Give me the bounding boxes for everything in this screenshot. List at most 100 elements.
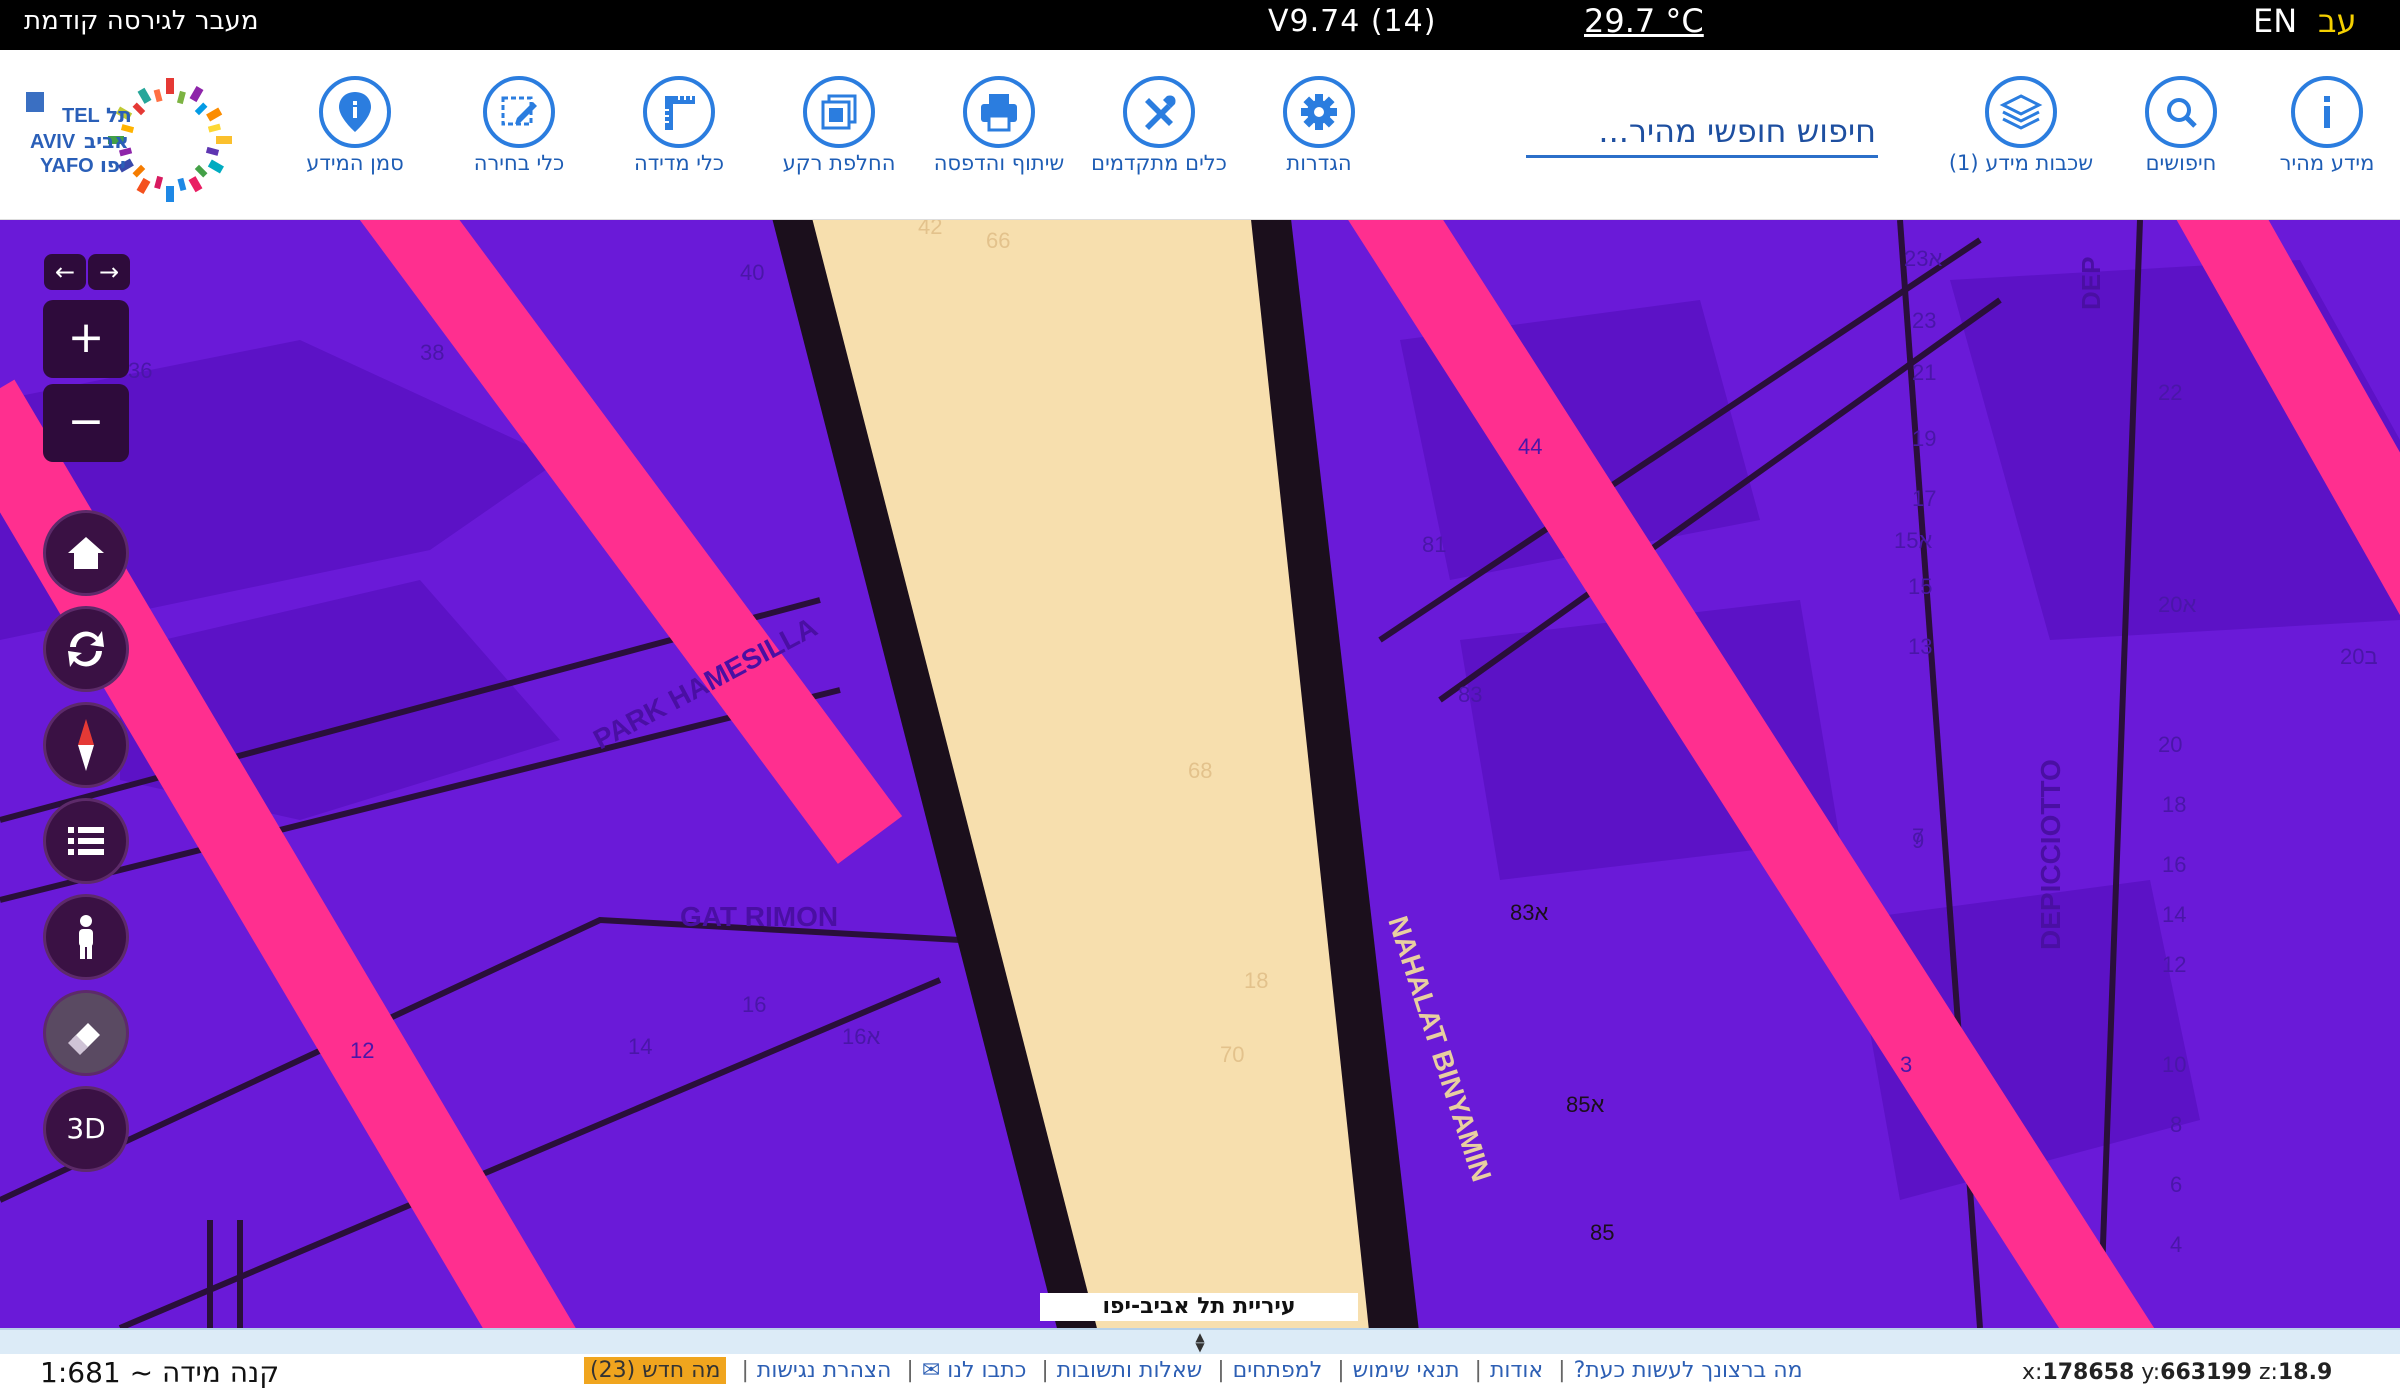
logo-text-yafo: YAFO (40, 155, 94, 177)
eraser-icon (68, 1023, 100, 1055)
house-number: 12 (350, 1038, 374, 1063)
house-number: 16א (842, 1024, 880, 1049)
street-view-button[interactable] (43, 894, 129, 980)
footer-link-what-to-do[interactable]: מה ברצונך לעשות כעת? (1574, 1358, 1803, 1383)
logo-text-yafo-he: יפו (100, 153, 126, 177)
house-number: 20 (2158, 732, 2182, 757)
separator: | (1217, 1358, 1225, 1383)
house-number: 17 (1912, 486, 1936, 511)
settings-button[interactable]: הגדרות (1244, 76, 1394, 176)
house-number: 14 (2162, 902, 2186, 927)
compass-button[interactable] (43, 702, 129, 788)
separator: | (1474, 1358, 1482, 1383)
y-value: 663199 (2160, 1360, 2252, 1385)
basemap-switch-button[interactable]: החלפת רקע (764, 76, 914, 176)
search-icon (2145, 76, 2217, 148)
house-number: 85 (1590, 1220, 1614, 1245)
house-number: 44 (1518, 434, 1542, 459)
language-he-button[interactable]: עב (2318, 2, 2357, 40)
coordinates-readout: x:178658 y:663199 z:18.9 (2022, 1360, 2332, 1385)
logo-text-aviv: AVIV (30, 131, 76, 153)
house-number: 16 (2162, 852, 2186, 877)
history-forward-button[interactable]: → (88, 254, 130, 290)
house-number: 6 (2170, 1172, 2182, 1197)
footer-link-terms[interactable]: תנאי שימוש (1353, 1358, 1460, 1383)
separator: | (1041, 1358, 1049, 1383)
eraser-button[interactable] (43, 990, 129, 1076)
3d-view-button[interactable]: 3D (43, 1086, 129, 1172)
tel-aviv-yafo-logo[interactable]: TEL תל AVIV אביב YAFO יפו (20, 76, 250, 206)
info-layers-button[interactable]: שכבות מידע (1) (1946, 76, 2096, 176)
x-label: x: (2022, 1360, 2043, 1385)
house-number: 18 (1244, 968, 1268, 993)
house-number: 42 (918, 220, 942, 239)
separator: | (1558, 1358, 1566, 1383)
house-number: 20א (2158, 592, 2196, 617)
house-number: 23א (1904, 246, 1942, 271)
previous-version-link[interactable]: מעבר לגירסה קודמת (24, 6, 258, 36)
selection-icon (483, 76, 555, 148)
top-bar: מעבר לגירסה קודמת V9.74 (14) 29.7 °C EN … (0, 0, 2400, 50)
street-label-depicciotto: DEPICCIOTTO (2035, 759, 2066, 950)
footer-link-contact[interactable]: כתבו לנו ✉ (922, 1358, 1027, 1383)
map-scale: קנה מידה ~ 1:681 (40, 1356, 280, 1389)
house-number: 10 (2162, 1052, 2186, 1077)
advanced-tools-button[interactable]: כלים מתקדמים (1084, 76, 1234, 176)
house-number: 19 (1912, 426, 1936, 451)
footer-link-about[interactable]: אודות (1490, 1358, 1543, 1383)
house-number: 22 (2158, 380, 2182, 405)
house-number: 4 (2170, 1232, 2182, 1257)
map-view[interactable]: PARK HAMESILLA GAT RIMON NAHALAT BINYAMI… (0, 220, 2400, 1328)
footer-link-faq[interactable]: שאלות ותשובות (1057, 1358, 1202, 1383)
house-number: 7 (1912, 824, 1924, 849)
legend-button[interactable] (43, 798, 129, 884)
list-icon (68, 827, 104, 855)
bottom-panel-handle[interactable]: ▲ ▼ (0, 1328, 2400, 1354)
house-number: 8 (2170, 1112, 2182, 1137)
person-icon (79, 915, 93, 959)
footer-link-developers[interactable]: למפתחים (1233, 1358, 1323, 1383)
main-toolbar: TEL תל AVIV אביב YAFO יפו סמן המידע כלי … (0, 50, 2400, 220)
searches-button[interactable]: חיפושים (2106, 76, 2256, 176)
language-en-button[interactable]: EN (2253, 2, 2297, 40)
map-canvas: PARK HAMESILLA GAT RIMON NAHALAT BINYAMI… (0, 220, 2400, 1328)
city-emblem-icon (26, 92, 44, 112)
house-number: 15א (1894, 528, 1932, 553)
quick-search (1526, 108, 1878, 158)
footer-links: מה ברצונך לעשות כעת? | אודות | תנאי שימוש |… (580, 1357, 1807, 1384)
searches-label: חיפושים (2145, 151, 2217, 175)
footer-link-accessibility[interactable]: הצהרת נגישות (757, 1358, 892, 1383)
house-number: 18 (2162, 792, 2186, 817)
quick-search-input[interactable] (1526, 108, 1878, 154)
temperature-display[interactable]: 29.7 °C (1584, 2, 1704, 40)
house-number: 70 (1220, 1042, 1244, 1067)
refresh-button[interactable] (43, 606, 129, 692)
settings-label: הגדרות (1286, 151, 1352, 175)
house-number: 40 (740, 260, 764, 285)
house-number: 36 (128, 358, 152, 383)
z-label: z: (2259, 1360, 2278, 1385)
map-attribution: עיריית תל אביב-יפו (1040, 1293, 1358, 1321)
logo-text-aviv-he: אביב (84, 129, 129, 153)
measure-tool-button[interactable]: כלי מדידה (604, 76, 754, 176)
bottom-bar: קנה מידה ~ 1:681 מה ברצונך לעשות כעת? | א… (0, 1354, 2400, 1394)
whats-new-badge[interactable]: מה חדש (23) (584, 1357, 727, 1384)
share-print-button[interactable]: שיתוף והדפסה (924, 76, 1074, 176)
house-number: 14 (628, 1034, 652, 1059)
home-button[interactable] (43, 510, 129, 596)
house-number: 16 (742, 992, 766, 1017)
house-number: 13 (1908, 634, 1932, 659)
house-number: 66 (986, 228, 1010, 253)
zoom-in-button[interactable]: + (43, 300, 129, 378)
ruler-icon (643, 76, 715, 148)
x-value: 178658 (2042, 1360, 2135, 1385)
quick-info-button[interactable]: מידע מהיר (2252, 76, 2400, 176)
info-icon (2291, 76, 2363, 148)
location-pin-icon (319, 76, 391, 148)
house-number: 20ב (2340, 644, 2378, 669)
selection-tool-button[interactable]: כלי בחירה (444, 76, 594, 176)
history-back-button[interactable]: ← (44, 254, 86, 290)
house-number: 81 (1422, 532, 1446, 557)
zoom-out-button[interactable]: − (43, 384, 129, 462)
info-marker-button[interactable]: סמן המידע (280, 76, 430, 176)
